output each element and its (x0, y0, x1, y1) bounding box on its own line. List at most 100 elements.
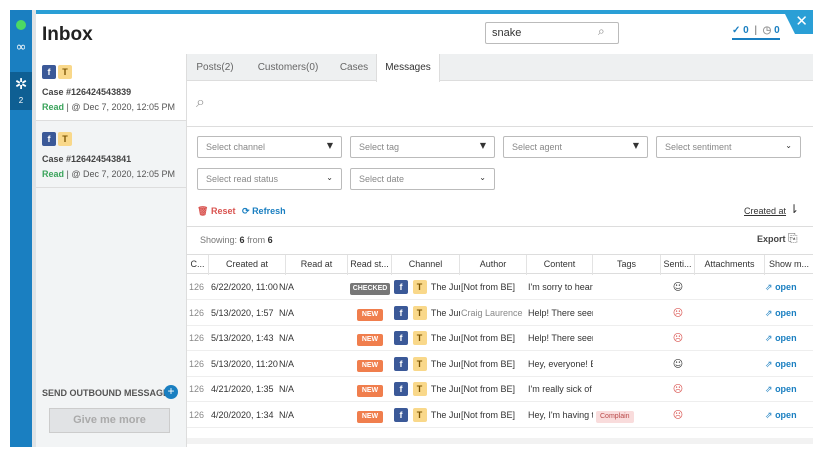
col-show-more[interactable]: Show m... (765, 255, 813, 275)
col-case[interactable]: C... (187, 255, 209, 275)
external-link-icon[interactable]: ⇗ (765, 411, 773, 421)
col-attachments[interactable]: Attachments (695, 255, 765, 275)
sort-icon[interactable]: ⇂ (789, 202, 799, 216)
col-read-status[interactable]: Read st... (348, 255, 392, 275)
negative-sentiment-icon: ☹ (672, 409, 684, 421)
col-content[interactable]: Content (527, 255, 593, 275)
table-row[interactable]: 126 4/21/2020, 1:35 N/A NEW f T The Jur [Not … (187, 377, 813, 402)
date-select[interactable]: Select date ⌄ (350, 168, 495, 190)
tt-icon: T (412, 331, 427, 345)
tab-posts[interactable]: Posts(2) (187, 54, 243, 81)
col-sentiment[interactable]: Senti... (661, 255, 695, 275)
col-read-at[interactable]: Read at (286, 255, 348, 275)
show-more-cell[interactable]: ⇗ open (765, 326, 813, 351)
search-icon[interactable]: ⌕ (196, 92, 205, 112)
external-link-icon[interactable]: ⇗ (765, 283, 773, 293)
table-row[interactable]: 126 5/13/2020, 1:43 N/A NEW f T The Jur [Not … (187, 326, 813, 351)
link-icon[interactable]: ∞ (10, 38, 32, 58)
case-id-cell: 126 (189, 409, 205, 420)
external-link-icon[interactable]: ⇗ (765, 309, 773, 319)
neutral-sentiment-icon: ☺ (672, 358, 684, 370)
tab-customers[interactable]: Customers(0) (243, 54, 333, 81)
col-tags[interactable]: Tags (593, 255, 661, 275)
checked-count: 0 (743, 25, 749, 36)
col-channel[interactable]: Channel (392, 255, 460, 275)
tags-cell (596, 301, 661, 326)
external-link-icon[interactable]: ⇗ (765, 385, 773, 395)
status-badge: NEW (356, 308, 384, 321)
facebook-icon: f (394, 356, 408, 371)
case-item[interactable]: fT Case #126424543841 Read | @ Dec 7, 20… (36, 121, 186, 188)
tag-select[interactable]: Select tag ▼ (350, 136, 495, 158)
tab-bar: Posts(2) Customers(0) Cases Messages (187, 54, 813, 82)
show-more-cell[interactable]: ⇗ open (765, 352, 813, 377)
negative-sentiment-icon: ☹ (672, 307, 684, 319)
read-at-cell: N/A (279, 333, 295, 343)
case-id-cell: 126 (189, 282, 205, 292)
tab-cases[interactable]: Cases (333, 54, 375, 81)
read-status-cell: NEW (348, 326, 392, 351)
open-link[interactable]: open (775, 333, 797, 343)
search-icon[interactable]: ⌕ (598, 24, 605, 39)
show-more-cell[interactable]: ⇗ open (765, 301, 813, 326)
facebook-icon: f (42, 132, 56, 146)
created-at-cell: 5/13/2020, 1:43 (211, 333, 274, 343)
sort-created-at[interactable]: Created at (744, 206, 786, 216)
negative-sentiment-icon: ☹ (672, 333, 684, 344)
read-status-select[interactable]: Select read status ⌄ (197, 168, 342, 190)
sentiment-cell: ☹ (661, 301, 695, 326)
col-author[interactable]: Author (460, 255, 527, 275)
channel-cell: f T The Jur (394, 377, 460, 402)
case-id: Case #126424543841 (42, 154, 132, 164)
created-at-cell: 5/13/2020, 11:20 (211, 358, 278, 369)
counters[interactable]: ✓ 0 | ◷ 0 (732, 25, 780, 40)
external-link-icon[interactable]: ⇗ (765, 334, 773, 344)
channel-cell: f T The Jur (394, 326, 460, 351)
export-button[interactable]: Export (757, 234, 786, 244)
open-link[interactable]: open (775, 359, 797, 369)
refresh-button[interactable]: ⟳ Refresh (242, 206, 286, 217)
reset-button[interactable]: 🗑 Reset (197, 206, 235, 217)
tt-icon: T (412, 305, 427, 320)
tags-cell (596, 352, 661, 377)
sentiment-select[interactable]: Select sentiment ⌄ (656, 136, 801, 158)
tt-icon: T (412, 280, 427, 294)
show-more-cell[interactable]: ⇗ open (765, 275, 813, 300)
read-status-cell: NEW (348, 301, 392, 326)
open-link[interactable]: open (775, 384, 797, 394)
facebook-icon: f (394, 382, 408, 396)
table-row[interactable]: 126 4/20/2020, 1:34 N/A NEW f T The Jur [Not … (187, 403, 813, 428)
created-at-cell: 6/22/2020, 11:00 (211, 282, 278, 292)
content-cell: Hey, everyone! E (528, 358, 593, 369)
table-row[interactable]: 126 6/22/2020, 11:00 N/A CHECKED f T The Jur… (187, 275, 813, 300)
tt-icon: T (58, 132, 72, 146)
tt-icon: T (412, 356, 427, 371)
channel-select[interactable]: Select channel ▼ (197, 136, 342, 158)
content-cell: Help! There seem (528, 307, 593, 318)
close-button[interactable]: ✕ (783, 10, 813, 34)
case-item[interactable]: fT Case #126424543839 Read | @ Dec 7, 20… (36, 54, 186, 121)
tags-cell (596, 326, 661, 351)
show-more-cell[interactable]: ⇗ open (765, 403, 813, 428)
open-link[interactable]: open (775, 282, 797, 292)
open-link[interactable]: open (775, 410, 797, 420)
tab-messages[interactable]: Messages (376, 54, 440, 82)
table-row[interactable]: 126 5/13/2020, 1:57 N/A NEW f T The Jur Craig… (187, 301, 813, 326)
add-outbound-button[interactable]: + (164, 385, 178, 399)
facebook-icon: f (394, 331, 408, 345)
col-created-at[interactable]: Created at (209, 255, 286, 275)
export-icon[interactable]: ⎘ (788, 231, 798, 246)
table-row[interactable]: 126 5/13/2020, 11:20 N/A NEW f T The Jur [Not… (187, 352, 813, 377)
external-link-icon[interactable]: ⇗ (765, 360, 773, 370)
sentiment-cell: ☺ (661, 352, 695, 377)
show-more-cell[interactable]: ⇗ open (765, 377, 813, 402)
horizontal-scrollbar[interactable] (187, 438, 813, 444)
created-at-cell: 4/20/2020, 1:34 (211, 409, 274, 420)
status-badge: NEW (356, 385, 384, 397)
case-meta: Read | @ Dec 7, 2020, 12:05 PM (42, 169, 176, 179)
give-me-more-button[interactable]: Give me more (49, 408, 170, 433)
agent-select[interactable]: Select agent ▼ (503, 136, 648, 158)
content-cell: Help! There seem (528, 333, 593, 343)
channel-cell: f T The Jur (394, 301, 460, 326)
open-link[interactable]: open (775, 308, 797, 318)
